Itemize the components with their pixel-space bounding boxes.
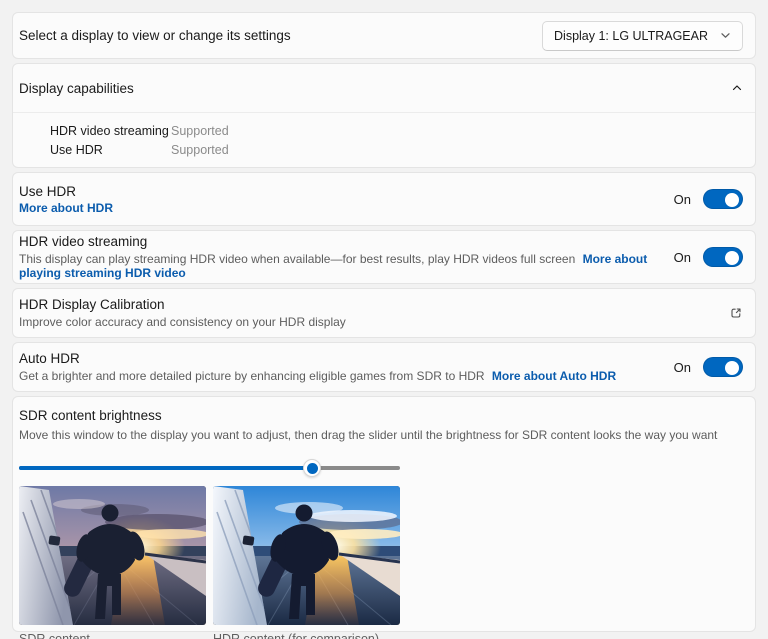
hdr-video-streaming-card: HDR video streaming This display can pla… [12, 230, 756, 284]
sdr-brightness-description: Move this window to the display you want… [19, 428, 718, 442]
hdr-video-streaming-toggle[interactable] [703, 247, 743, 267]
external-link-icon [729, 306, 743, 320]
auto-hdr-description: Get a brighter and more detailed picture… [19, 369, 616, 383]
capability-row: HDR video streaming Supported [50, 122, 743, 141]
hdr-display-calibration-description: Improve color accuracy and consistency o… [19, 315, 346, 329]
display-capabilities-card: Display capabilities HDR video streaming… [12, 63, 756, 168]
hdr-caption: HDR content (for comparison) [213, 632, 380, 639]
display-capabilities-title: Display capabilities [19, 80, 134, 96]
slider-fill [19, 466, 313, 470]
capability-label: HDR video streaming [50, 124, 169, 138]
display-selector-label: Select a display to view or change its s… [19, 28, 291, 43]
hdr-preview-image [213, 486, 400, 625]
hdr-video-streaming-toggle-state: On [673, 249, 691, 265]
auto-hdr-toggle-state: On [673, 359, 691, 375]
use-hdr-card: Use HDR More about HDR On [12, 172, 756, 226]
chevron-up-icon [731, 82, 743, 94]
display-capabilities-header[interactable]: Display capabilities [13, 64, 755, 112]
sdr-brightness-card: SDR content brightness Move this window … [12, 396, 756, 639]
hdr-video-streaming-description: This display can play streaming HDR vide… [19, 252, 674, 280]
sdr-brightness-slider[interactable] [19, 459, 400, 477]
sdr-preview-image [19, 486, 206, 625]
more-about-hdr-link[interactable]: More about HDR [19, 201, 113, 215]
display-dropdown-value: Display 1: LG ULTRAGEAR [554, 28, 708, 43]
auto-hdr-description-text: Get a brighter and more detailed picture… [19, 369, 485, 383]
sdr-brightness-title: SDR content brightness [19, 408, 162, 423]
slider-thumb[interactable] [303, 459, 322, 477]
chevron-down-icon [720, 30, 731, 41]
hdr-display-calibration-card[interactable]: HDR Display Calibration Improve color ac… [12, 288, 756, 338]
auto-hdr-toggle[interactable] [703, 357, 743, 377]
hdr-video-streaming-description-text: This display can play streaming HDR vide… [19, 252, 576, 266]
use-hdr-title: Use HDR [19, 183, 77, 199]
display-capabilities-body: HDR video streaming Supported Use HDR Su… [13, 112, 755, 167]
capability-row: Use HDR Supported [50, 141, 743, 160]
toggle-knob [725, 250, 739, 265]
use-hdr-toggle[interactable] [703, 189, 743, 209]
hdr-video-streaming-title: HDR video streaming [19, 234, 148, 249]
sdr-caption: SDR content [19, 632, 90, 639]
toggle-knob [725, 360, 739, 375]
auto-hdr-title: Auto HDR [19, 351, 80, 366]
hdr-preview-figure: HDR content (for comparison) [213, 486, 400, 639]
capability-value: Supported [171, 143, 229, 157]
capability-label: Use HDR [50, 143, 103, 157]
hdr-display-calibration-title: HDR Display Calibration [19, 297, 165, 312]
use-hdr-toggle-state: On [673, 191, 691, 207]
sdr-preview-figure: SDR content [19, 486, 206, 639]
display-dropdown[interactable]: Display 1: LG ULTRAGEAR [542, 20, 743, 51]
toggle-knob [725, 192, 739, 207]
auto-hdr-card: Auto HDR Get a brighter and more detaile… [12, 342, 756, 392]
capability-value: Supported [171, 124, 229, 138]
display-selector-card: Select a display to view or change its s… [12, 12, 756, 59]
more-about-auto-hdr-link[interactable]: More about Auto HDR [492, 369, 616, 383]
